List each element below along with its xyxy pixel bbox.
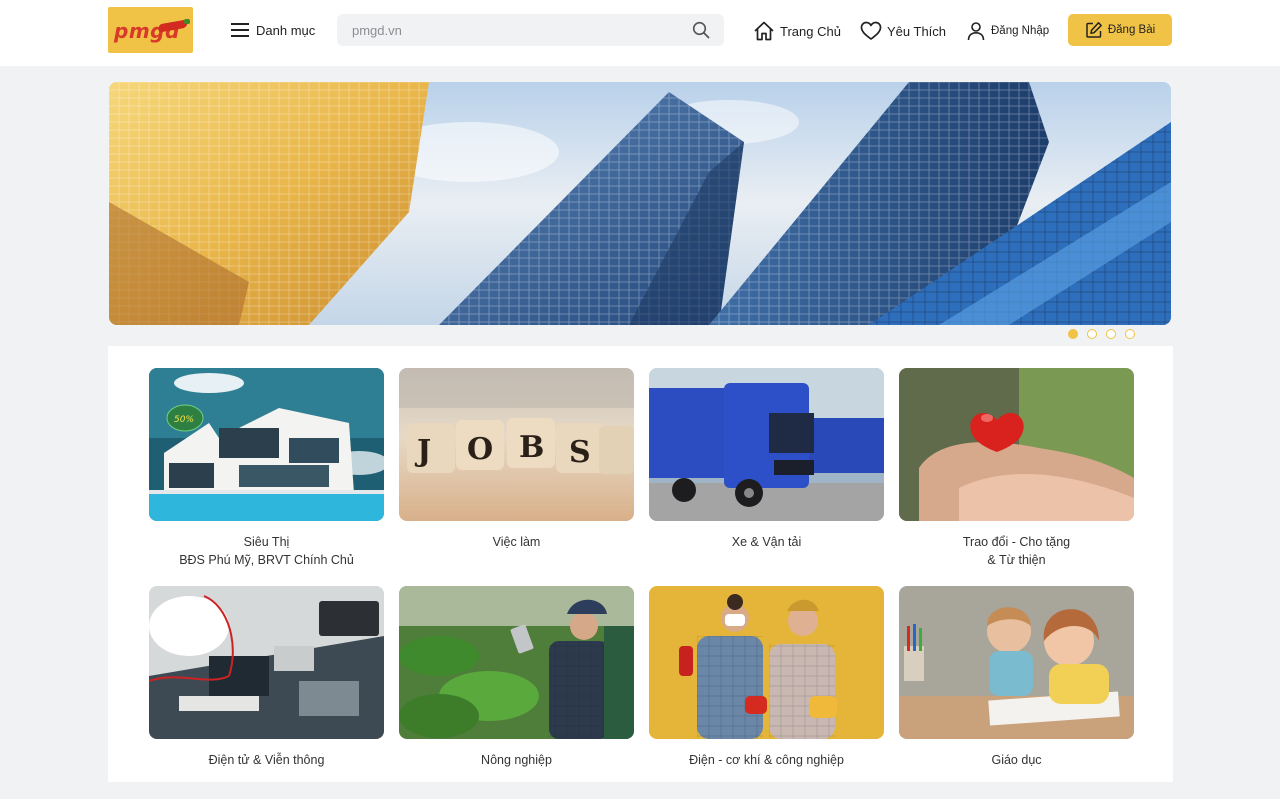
nav-login[interactable]: Đăng Nhập (966, 17, 1049, 45)
nav-favorites-label: Yêu Thích (887, 23, 947, 39)
category-label: Nông nghiệp (481, 753, 552, 767)
category-image-industrial (649, 586, 884, 739)
category-image-education (899, 586, 1134, 739)
banner-dot-4[interactable] (1125, 329, 1135, 339)
site-header: pmgd Danh mục Trang Chủ Yêu Thích (0, 0, 1280, 66)
discount-text: 50% (174, 415, 194, 425)
nav-home[interactable]: Trang Chủ (753, 17, 841, 45)
banner-dot-3[interactable] (1106, 329, 1116, 339)
category-menu-label: Danh mục (256, 22, 316, 38)
edit-icon (1086, 22, 1102, 38)
hero-banner[interactable] (109, 82, 1171, 325)
category-vehicles[interactable]: Xe & Vận tải (649, 368, 884, 551)
category-label: Siêu Thị BĐS Phú Mỹ, BRVT Chính Chủ (179, 535, 354, 567)
category-label: Trao đổi - Cho tặng & Từ thiện (962, 535, 1071, 567)
svg-text:S: S (569, 435, 591, 470)
svg-text:J: J (414, 434, 431, 469)
site-logo[interactable]: pmgd (108, 7, 193, 53)
category-electronics[interactable]: Điện tử & Viễn thông (149, 586, 384, 769)
category-label: Xe & Vận tải (731, 535, 802, 549)
post-ad-button[interactable]: Đăng Bài (1068, 14, 1172, 46)
category-grid: 50% Siêu Thị BĐS Phú Mỹ, BRVT Chính Chủ (108, 346, 1173, 782)
category-label: Điện - cơ khí & công nghiệp (689, 753, 844, 767)
home-icon (754, 21, 774, 41)
category-agriculture[interactable]: Nông nghiệp (399, 586, 634, 769)
user-icon (967, 22, 985, 41)
banner-dot-1[interactable] (1068, 329, 1078, 339)
banner-dot-2[interactable] (1087, 329, 1097, 339)
category-industrial[interactable]: Điện - cơ khí & công nghiệp (649, 586, 884, 769)
post-ad-label: Đăng Bài (1107, 24, 1156, 36)
category-image-jobs: J O B S (399, 368, 634, 521)
search-input[interactable] (337, 14, 682, 46)
banner-image (109, 82, 1171, 325)
category-image-charity (899, 368, 1134, 521)
category-jobs[interactable]: J O B S Việc làm (399, 368, 634, 551)
nav-favorites[interactable]: Yêu Thích (860, 17, 946, 45)
heart-icon (860, 21, 882, 40)
category-label: Điện tử & Viễn thông (208, 753, 325, 767)
category-label: Giáo dục (991, 753, 1042, 767)
category-education[interactable]: Giáo dục (899, 586, 1134, 769)
nav-login-label: Đăng Nhập (991, 25, 1050, 37)
category-image-vehicles (649, 368, 884, 521)
svg-text:B: B (519, 430, 544, 465)
category-menu-button[interactable]: Danh mục (231, 17, 315, 43)
search-bar (337, 14, 724, 46)
category-image-agriculture (399, 586, 634, 739)
category-charity[interactable]: Trao đổi - Cho tặng & Từ thiện (899, 368, 1134, 569)
category-image-real-estate: 50% (149, 368, 384, 521)
chili-stem-icon (184, 19, 190, 24)
category-real-estate[interactable]: 50% Siêu Thị BĐS Phú Mỹ, BRVT Chính Chủ (149, 368, 384, 569)
search-icon[interactable] (692, 21, 710, 39)
nav-home-label: Trang Chủ (780, 23, 841, 39)
category-image-electronics (149, 586, 384, 739)
banner-pagination (1068, 329, 1135, 339)
hamburger-icon (231, 23, 249, 37)
svg-text:O: O (467, 432, 493, 467)
category-label: Việc làm (492, 535, 541, 549)
